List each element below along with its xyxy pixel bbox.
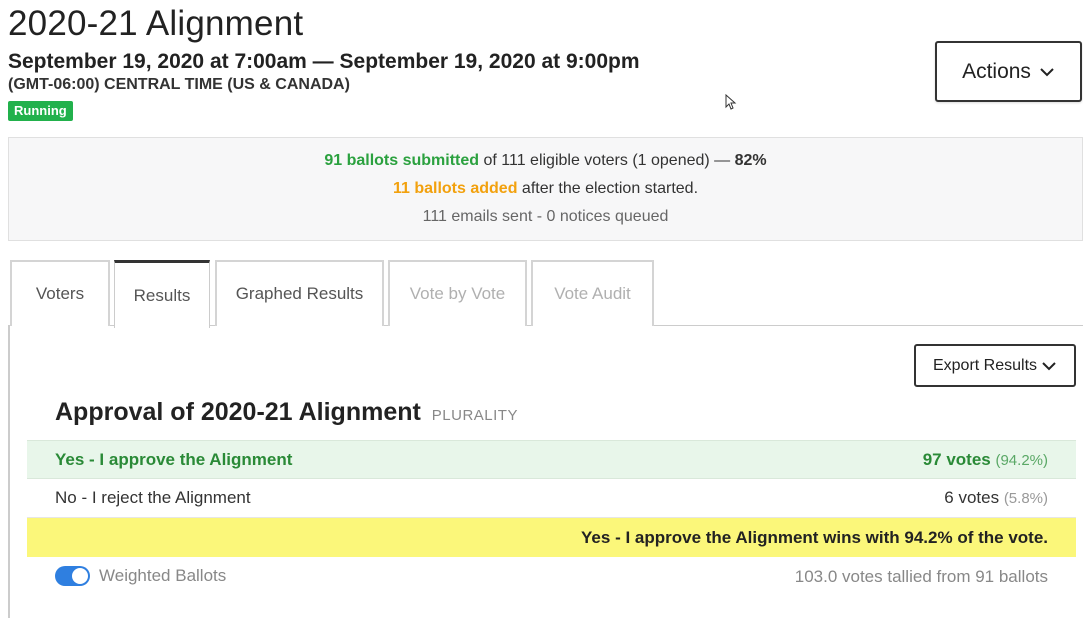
voting-method: PLURALITY	[431, 407, 518, 424]
tab-vote-audit[interactable]: Vote Audit	[531, 260, 654, 326]
actions-button[interactable]: Actions	[935, 41, 1082, 102]
vote-count: 97 votes	[922, 449, 991, 469]
actions-button-label: Actions	[962, 59, 1031, 83]
option-label: No - I reject the Alignment	[55, 488, 251, 507]
added-suffix: after the election started.	[517, 180, 699, 197]
toggle-knob	[72, 568, 88, 584]
result-row-winner: Yes - I approve the Alignment 97 votes (…	[27, 440, 1076, 479]
tab-vote-by-vote[interactable]: Vote by Vote	[388, 260, 527, 326]
question-title: Approval of 2020-21 Alignment PLURALITY	[55, 398, 518, 427]
weighted-ballots-label: Weighted Ballots	[99, 566, 227, 585]
election-title: 2020-21 Alignment	[8, 4, 304, 43]
option-votes: 6 votes (5.8%)	[944, 488, 1048, 508]
weighted-ballots-toggle[interactable]	[55, 566, 90, 586]
ballots-added: 11 ballots added	[392, 180, 518, 197]
question-title-text: Approval of 2020-21 Alignment	[55, 398, 421, 426]
chevron-down-icon	[1042, 361, 1056, 370]
tally-summary: 103.0 votes tallied from 91 ballots	[794, 567, 1048, 586]
option-votes: 97 votes (94.2%)	[923, 450, 1048, 470]
election-dates: September 19, 2020 at 7:00am — September…	[8, 50, 640, 73]
emails-line: 111 emails sent - 0 notices queued	[422, 208, 669, 225]
result-row: No - I reject the Alignment 6 votes (5.8…	[27, 479, 1076, 518]
chevron-down-icon	[1040, 67, 1054, 76]
election-timezone: (GMT-06:00) CENTRAL TIME (US & CANADA)	[8, 76, 350, 93]
tab-voters[interactable]: Voters	[10, 260, 110, 326]
winner-banner: Yes - I approve the Alignment wins with …	[27, 518, 1076, 557]
ballots-submitted: 91 ballots submitted	[324, 152, 480, 169]
ballot-stats-panel: 91 ballots submitted of 111 eligible vot…	[8, 137, 1083, 241]
mouse-pointer-icon	[725, 94, 737, 110]
tab-graphed-results[interactable]: Graphed Results	[215, 260, 384, 326]
turnout-percent: 82%	[734, 152, 767, 169]
eligible-voters-text: of 111 eligible voters (1 opened) —	[479, 152, 735, 169]
submitted-line: 91 ballots submitted of 111 eligible vot…	[9, 147, 1082, 175]
option-label: Yes - I approve the Alignment	[55, 449, 293, 469]
vote-percent: (94.2%)	[995, 451, 1048, 469]
export-results-button[interactable]: Export Results	[914, 344, 1076, 387]
status-badge: Running	[8, 101, 73, 121]
tab-results[interactable]: Results	[114, 260, 210, 328]
export-results-label: Export Results	[932, 356, 1038, 374]
vote-percent: (5.8%)	[1003, 490, 1048, 507]
weighted-ballots-control: Weighted Ballots	[55, 566, 226, 586]
added-line: 11 ballots added after the election star…	[9, 175, 1082, 203]
vote-count: 6 votes	[944, 488, 1000, 507]
